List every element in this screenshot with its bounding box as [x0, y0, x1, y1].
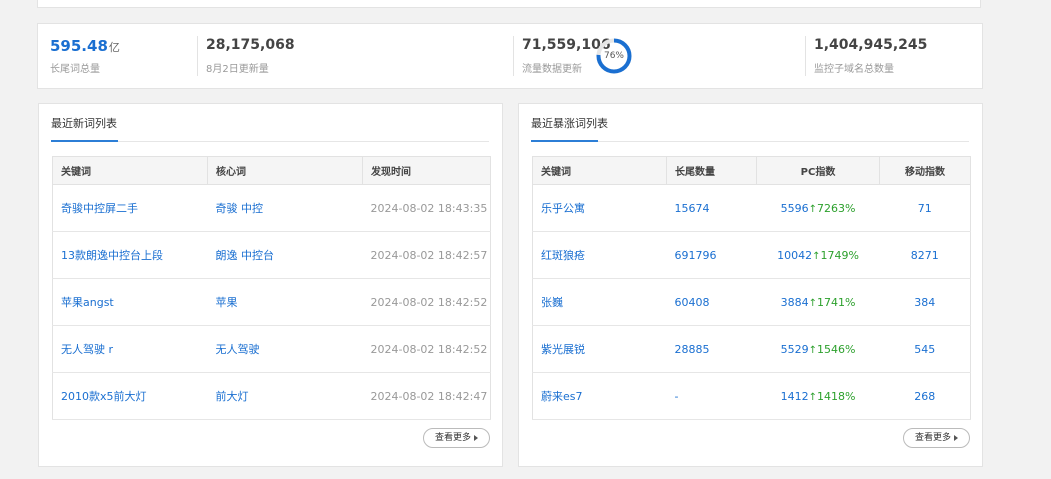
table-row: 乐乎公寓 15674 5596↑7263% 71 [532, 184, 971, 232]
longtail-count: 60408 [666, 278, 757, 326]
stat-label: 长尾词总量 [50, 64, 100, 75]
keyword-link[interactable]: 奇骏中控屏二手 [52, 184, 208, 232]
new-words-table: 关键词 核心词 发现时间 奇骏中控屏二手 奇骏 中控 2024-08-02 18:4… [52, 156, 491, 420]
table-row: 13款朗逸中控台上段 朗逸 中控台 2024-08-02 18:42:57 [52, 231, 491, 279]
core-word-link[interactable]: 无人驾驶 [207, 325, 363, 373]
keyword-link[interactable]: 张巍 [532, 278, 667, 326]
table-header-row: 关键词 核心词 发现时间 [52, 156, 491, 185]
core-word-link[interactable]: 苹果 [207, 278, 363, 326]
longtail-count: 691796 [666, 231, 757, 279]
pc-index-cell: 1412↑1418% [756, 372, 880, 420]
view-more-button[interactable]: 查看更多 [423, 428, 490, 448]
keyword-link[interactable]: 乐乎公寓 [532, 184, 667, 232]
panel-title: 最近新词列表 [51, 117, 117, 130]
new-words-panel: 最近新词列表 关键词 核心词 发现时间 奇骏中控屏二手 奇骏 中控 2024-08-… [38, 103, 503, 467]
mobile-index: 384 [879, 278, 971, 326]
pc-index-value: 10042 [777, 248, 813, 262]
pc-index-growth: 1741% [816, 295, 856, 309]
pc-index-cell: 5529↑1546% [756, 325, 880, 373]
core-word-link[interactable]: 奇骏 中控 [207, 184, 363, 232]
column-header-found-time: 发现时间 [362, 156, 491, 185]
core-word-link[interactable]: 朗逸 中控台 [207, 231, 363, 279]
pc-index-growth: 1749% [820, 248, 859, 262]
title-underline [531, 140, 598, 142]
table-row: 2010款x5前大灯 前大灯 2024-08-02 18:42:47 [52, 372, 491, 420]
title-underline [51, 140, 118, 142]
keyword-link[interactable]: 苹果angst [52, 278, 208, 326]
divider [197, 36, 198, 76]
pc-index-cell: 3884↑1741% [756, 278, 880, 326]
column-header-core-word: 核心词 [207, 156, 363, 185]
stat-label: 监控子域名总数量 [814, 64, 894, 75]
table-row: 无人驾驶 r 无人驾驶 2024-08-02 18:42:52 [52, 325, 491, 373]
found-time: 2024-08-02 18:42:57 [362, 231, 491, 279]
progress-ring-label: 76% [603, 51, 624, 61]
column-header-keyword: 关键词 [52, 156, 208, 185]
up-arrow-icon: ↑ [808, 344, 817, 356]
table-row: 苹果angst 苹果 2024-08-02 18:42:52 [52, 278, 491, 326]
column-header-pc-index: PC指数 [756, 156, 880, 185]
up-arrow-icon: ↑ [808, 391, 817, 403]
stat-unit: 亿 [108, 41, 120, 54]
panel-title: 最近暴涨词列表 [531, 117, 608, 130]
keyword-link[interactable]: 2010款x5前大灯 [52, 372, 208, 420]
table-header-row: 关键词 长尾数量 PC指数 移动指数 [532, 156, 971, 185]
up-arrow-icon: ↑ [808, 297, 817, 309]
pc-index-value: 5596 [780, 201, 809, 215]
longtail-count: 28885 [666, 325, 757, 373]
mobile-index: 8271 [879, 231, 971, 279]
column-header-longtail-count: 长尾数量 [666, 156, 757, 185]
stat-value: 28,175,068 [206, 37, 295, 53]
pc-index-value: 5529 [780, 342, 809, 356]
keyword-link[interactable]: 13款朗逸中控台上段 [52, 231, 208, 279]
found-time: 2024-08-02 18:42:47 [362, 372, 491, 420]
keyword-link[interactable]: 无人驾驶 r [52, 325, 208, 373]
longtail-count: 15674 [666, 184, 757, 232]
found-time: 2024-08-02 18:43:35 [362, 184, 491, 232]
pc-index-value: 3884 [780, 295, 809, 309]
stat-value: 595.48亿 [50, 37, 120, 55]
divider [513, 36, 514, 76]
table-row: 红斑狼疮 691796 10042↑1749% 8271 [532, 231, 971, 279]
mobile-index: 268 [879, 372, 971, 420]
keyword-link[interactable]: 蔚来es7 [532, 372, 667, 420]
keyword-link[interactable]: 红斑狼疮 [532, 231, 667, 279]
column-header-mobile-index: 移动指数 [879, 156, 971, 185]
surge-words-table: 关键词 长尾数量 PC指数 移动指数 乐乎公寓 15674 5596↑7263% 71… [532, 156, 971, 420]
up-arrow-icon: ↑ [808, 203, 817, 215]
progress-ring: 76% [595, 37, 633, 75]
pc-index-cell: 5596↑7263% [756, 184, 880, 232]
view-more-button[interactable]: 查看更多 [903, 428, 970, 448]
found-time: 2024-08-02 18:42:52 [362, 325, 491, 373]
stat-value: 1,404,945,245 [814, 37, 928, 53]
found-time: 2024-08-02 18:42:52 [362, 278, 491, 326]
surge-words-panel: 最近暴涨词列表 关键词 长尾数量 PC指数 移动指数 乐乎公寓 15674 5596… [518, 103, 983, 467]
caret-right-icon [954, 434, 958, 441]
pc-index-cell: 10042↑1749% [756, 231, 880, 279]
table-row: 蔚来es7-1412↑1418% 268 [532, 372, 971, 420]
pc-index-growth: 7263% [816, 201, 856, 215]
table-row: 奇骏中控屏二手 奇骏 中控 2024-08-02 18:43:35 [52, 184, 491, 232]
stat-label: 8月2日更新量 [206, 64, 269, 75]
caret-right-icon [474, 434, 478, 441]
core-word-link[interactable]: 前大灯 [207, 372, 363, 420]
mobile-index: 545 [879, 325, 971, 373]
keyword-link[interactable]: 紫光展锐 [532, 325, 667, 373]
pc-index-growth: 1418% [816, 389, 856, 403]
table-row: 紫光展锐 28885 5529↑1546% 545 [532, 325, 971, 373]
pc-index-value: 1412 [780, 389, 809, 403]
top-panel-edge [37, 0, 981, 8]
stats-bar: 595.48亿 长尾词总量 28,175,068 8月2日更新量 71,559,… [37, 23, 983, 89]
table-row: 张巍 60408 3884↑1741% 384 [532, 278, 971, 326]
divider [805, 36, 806, 76]
mobile-index: 71 [879, 184, 971, 232]
longtail-count: - [666, 372, 757, 420]
stat-label: 流量数据更新 [522, 64, 582, 75]
column-header-keyword: 关键词 [532, 156, 667, 185]
pc-index-growth: 1546% [816, 342, 856, 356]
